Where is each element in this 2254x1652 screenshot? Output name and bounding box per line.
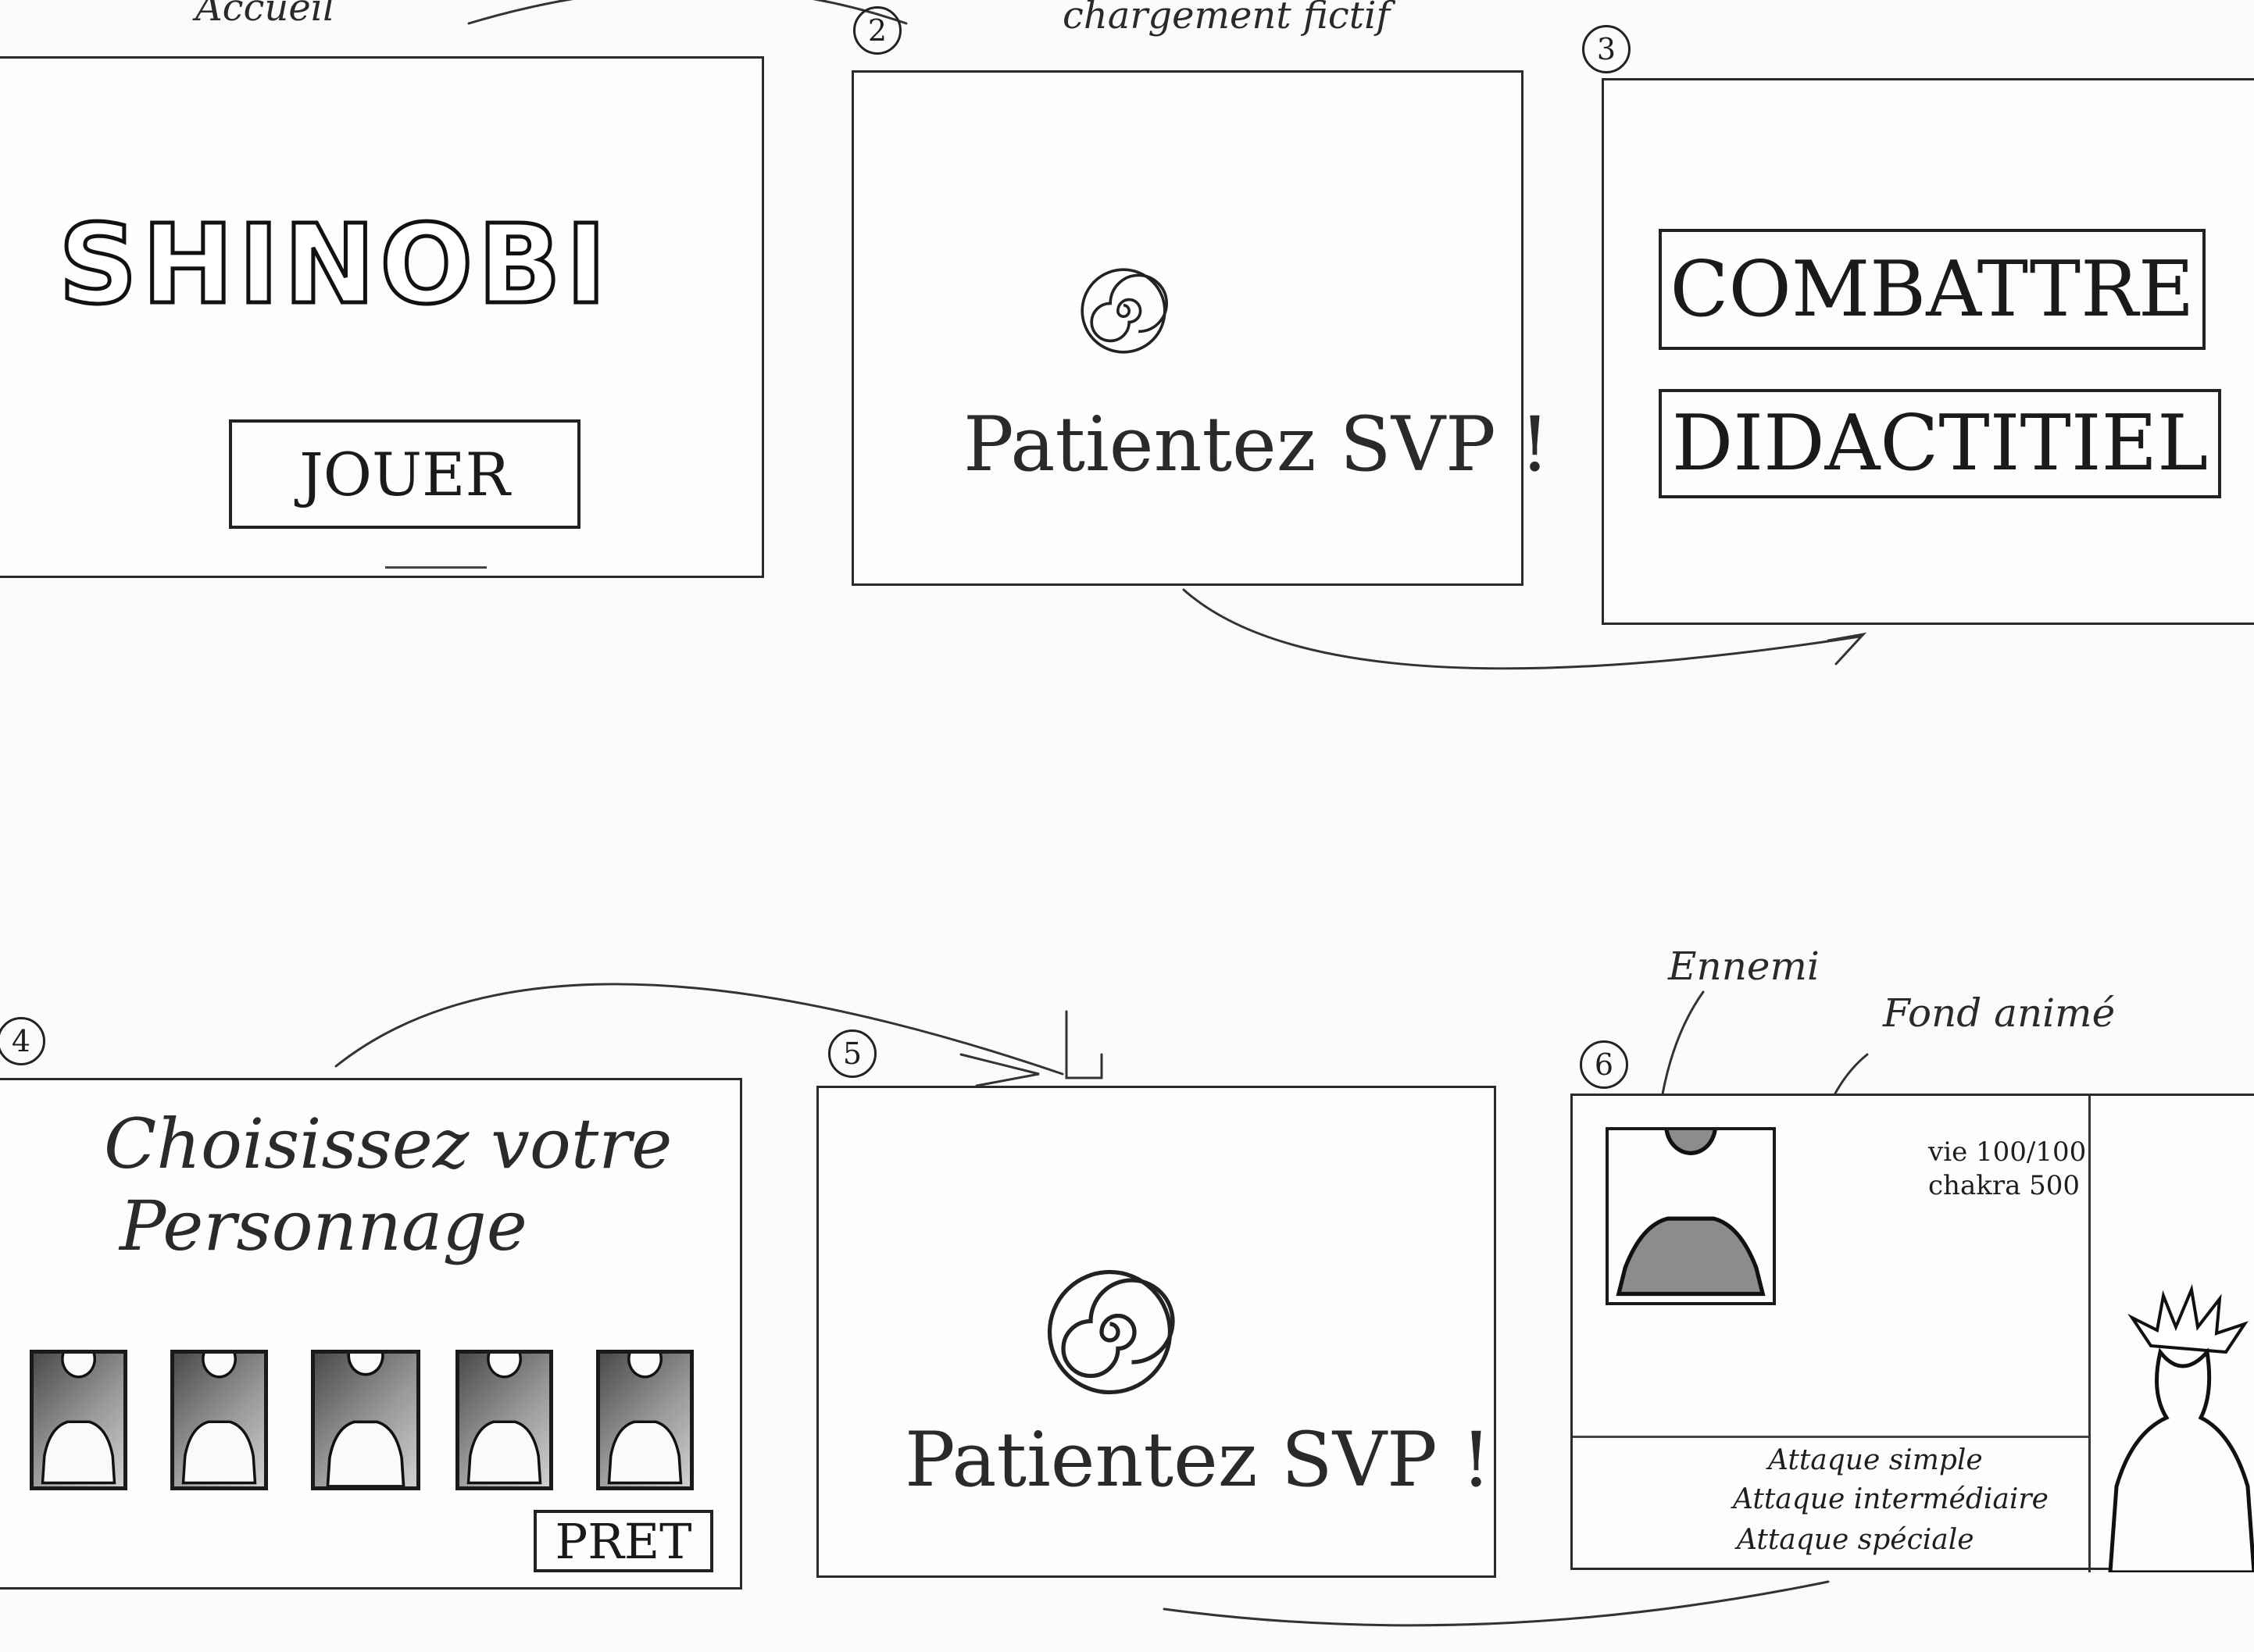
attack-intermediate[interactable]: Attaque intermédiaire [1733, 1483, 2049, 1515]
character-slot[interactable] [455, 1350, 553, 1490]
screen6-frame: vie 100/100 chakra 500 Attaque simple At… [1570, 1094, 2254, 1575]
background-annotation: Fond animé [1883, 990, 2116, 1036]
choose-title-line1: Choisissez votre [104, 1104, 673, 1184]
screen2-frame: Patientez SVP ! [852, 70, 1550, 586]
play-button[interactable]: JOUER [229, 419, 580, 529]
arrow-1-to-2 [467, 0, 908, 25]
loading-text: Patientez SVP ! [963, 401, 1550, 488]
screen1-label: Accueil [195, 0, 335, 30]
screen4-frame: Choisissez votre Personnage PRET [0, 1078, 742, 1590]
ready-button[interactable]: PRET [534, 1510, 713, 1572]
chakra-stat: chakra 500 [1928, 1170, 2081, 1201]
screen5-frame: Patientez SVP ! [816, 1086, 1496, 1578]
arrow-4-to-5-head [959, 1053, 1040, 1087]
enemy-portrait [1606, 1127, 1776, 1305]
character-slot[interactable] [170, 1350, 268, 1490]
screen2-label: chargement fictif [1063, 0, 1391, 37]
step-number-5: 5 [828, 1029, 877, 1078]
attack-simple[interactable]: Attaque simple [1768, 1444, 1983, 1476]
step-number-3: 3 [1582, 25, 1631, 73]
screen1-frame: SHINOBI JOUER [0, 56, 764, 578]
character-slot[interactable] [596, 1350, 694, 1490]
spiral-icon [1077, 264, 1170, 358]
character-slot[interactable] [311, 1350, 420, 1490]
life-stat: vie 100/100 [1928, 1136, 2087, 1168]
screen3-frame: COMBATTRE DIDACTITIEL [1602, 78, 2254, 625]
character-slot[interactable] [30, 1350, 127, 1490]
step-number-2: 2 [853, 6, 902, 55]
attack-menu: Attaque simple Attaque intermédiaire Att… [1573, 1436, 2088, 1575]
fight-button[interactable]: COMBATTRE [1659, 229, 2206, 350]
spiral-icon [1041, 1264, 1178, 1400]
attack-special[interactable]: Attaque spéciale [1737, 1524, 1974, 1556]
choose-title-line2: Personnage [120, 1186, 527, 1266]
enemy-annotation: Ennemi [1668, 944, 1820, 989]
game-logo: SHINOBI [56, 202, 612, 329]
tutorial-button[interactable]: DIDACTITIEL [1659, 389, 2221, 498]
arrow-4-to-5 [334, 983, 1064, 1076]
step-number-6: 6 [1580, 1040, 1628, 1089]
underline-mark [385, 566, 487, 569]
player-panel-divider [2088, 1096, 2091, 1572]
player-character [2104, 1283, 2254, 1575]
arrow-5-marker [1065, 1010, 1103, 1079]
arrow-6-loop [1163, 1580, 1830, 1627]
loading-text: Patientez SVP ! [905, 1416, 1491, 1504]
